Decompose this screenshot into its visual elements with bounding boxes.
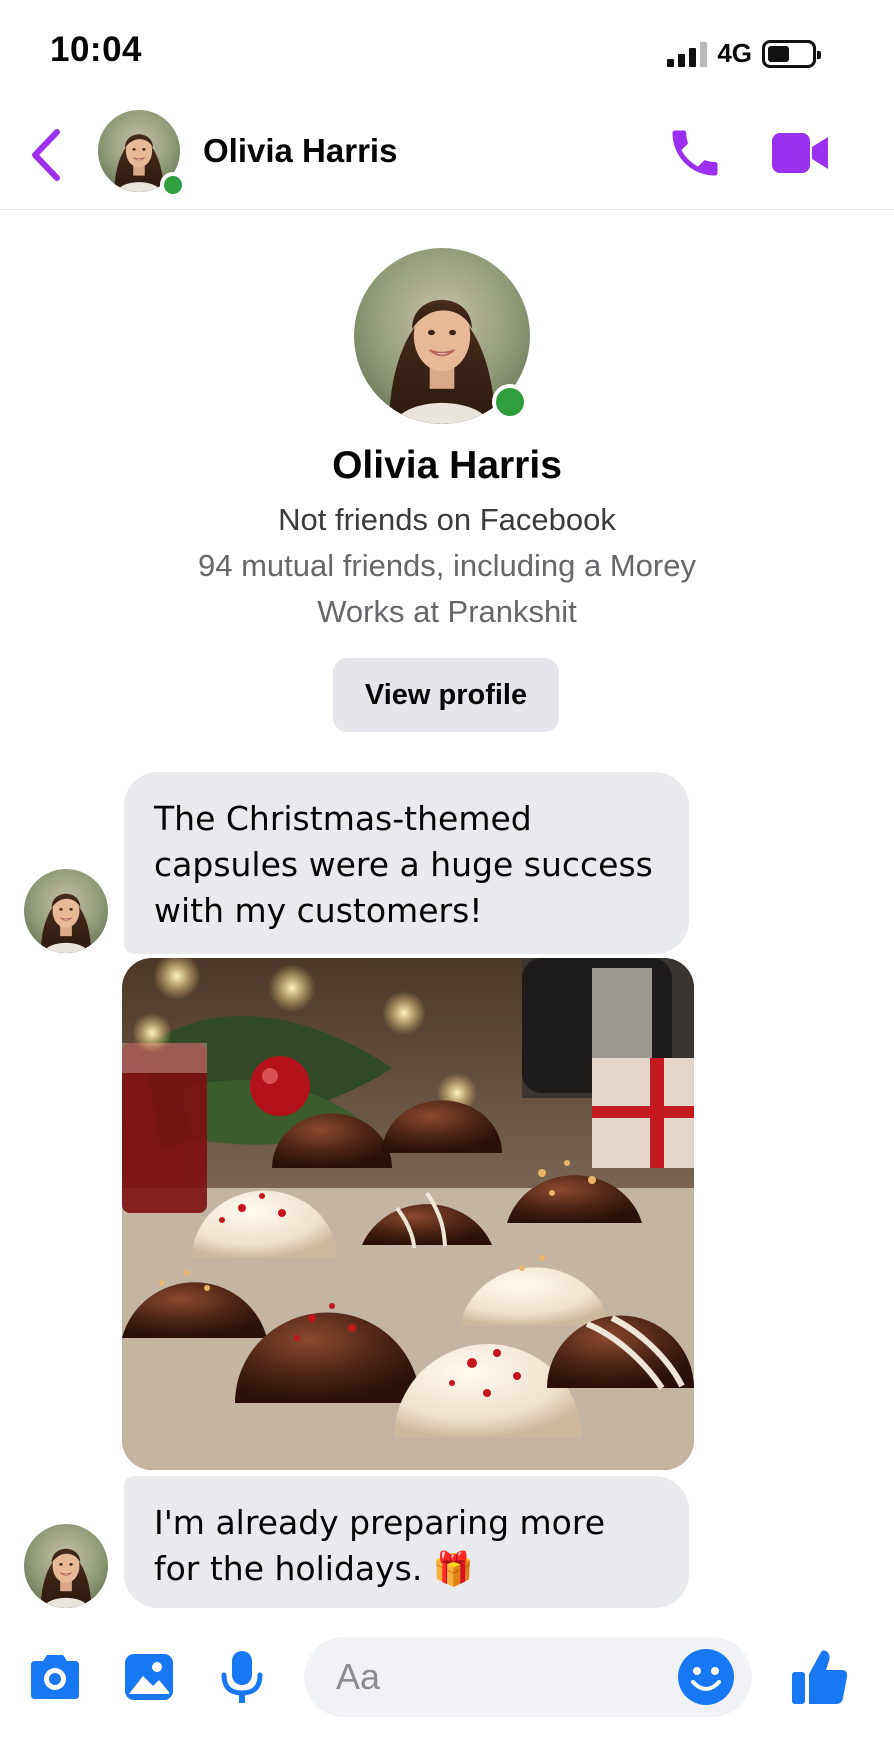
smile-emoji-icon — [678, 1649, 734, 1705]
status-indicators: 4G — [667, 38, 821, 69]
battery-level-fill — [768, 45, 789, 62]
battery-icon — [762, 39, 821, 68]
network-type: 4G — [717, 38, 752, 68]
sender-avatar[interactable] — [24, 869, 108, 953]
message-composer — [0, 1630, 894, 1759]
status-time: 10:04 — [50, 30, 143, 69]
message-bubble[interactable]: The Christmas-themed capsules were a hug… — [124, 772, 689, 954]
phone-icon — [672, 130, 718, 176]
chevron-left-icon — [32, 129, 60, 181]
audio-call-button[interactable] — [662, 120, 728, 186]
friendship-status: Not friends on Facebook — [278, 502, 616, 537]
video-call-button[interactable] — [766, 120, 836, 186]
mutual-friends: 94 mutual friends, including a Morey — [198, 548, 696, 583]
microphone-icon — [221, 1651, 263, 1703]
image-icon — [125, 1654, 173, 1700]
message-bubble[interactable]: I'm already preparing more for the holid… — [124, 1476, 689, 1608]
online-status-dot — [160, 172, 186, 198]
voice-message-button[interactable] — [209, 1644, 275, 1710]
sender-avatar[interactable] — [24, 1524, 108, 1608]
header-avatar[interactable] — [98, 110, 186, 198]
like-button[interactable] — [786, 1644, 854, 1710]
back-button[interactable] — [18, 122, 74, 188]
thumbs-up-icon — [792, 1650, 848, 1704]
header-contact-name[interactable]: Olivia Harris — [203, 132, 397, 170]
camera-icon — [31, 1655, 79, 1699]
profile-name: Olivia Harris — [332, 444, 562, 487]
signal-icon — [667, 41, 708, 67]
profile-avatar[interactable] — [354, 248, 530, 424]
message-input[interactable] — [336, 1637, 656, 1717]
camera-button[interactable] — [22, 1644, 88, 1710]
emoji-button[interactable] — [674, 1645, 738, 1709]
view-profile-button[interactable]: View profile — [333, 658, 559, 732]
status-bar: 10:04 4G — [0, 0, 894, 100]
video-camera-icon — [772, 133, 828, 173]
conversation-header: Olivia Harris — [0, 100, 894, 210]
gallery-button[interactable] — [116, 1644, 182, 1710]
chocolate-capsules-photo[interactable] — [122, 958, 694, 1470]
work-info: Works at Prankshit — [317, 594, 577, 629]
online-status-dot — [492, 384, 528, 420]
message-input-container — [304, 1637, 752, 1717]
